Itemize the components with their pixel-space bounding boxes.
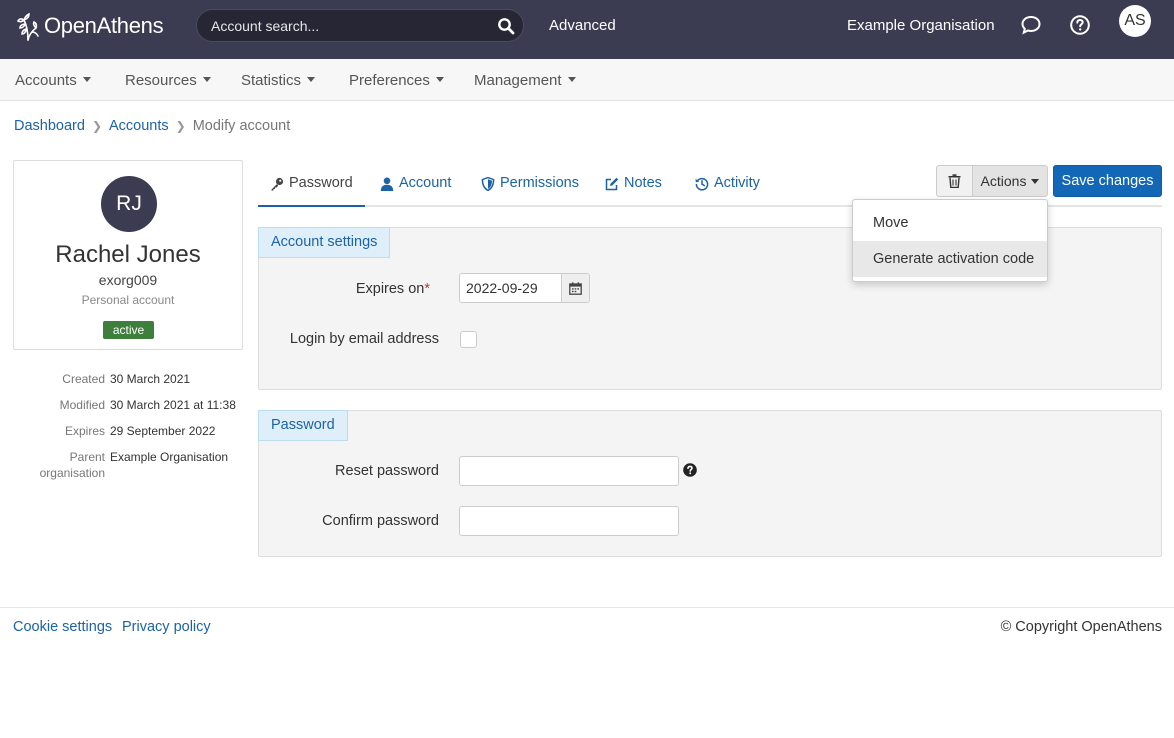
chevron-right-icon: ❯ (175, 119, 186, 133)
tab-account[interactable]: Account (380, 175, 451, 207)
password-panel: Password (258, 410, 1162, 557)
menu-item-move[interactable]: Move (853, 205, 1047, 241)
caret-down-icon (307, 77, 316, 82)
meta-parent: Parent organisation Example Organisation (13, 450, 243, 486)
logo-text: OpenAthens (44, 13, 164, 38)
expires-date-field (459, 273, 590, 303)
tab-notes[interactable]: Notes (605, 175, 662, 207)
logo[interactable]: OpenAthens (14, 9, 164, 43)
meta-created-label: Created (62, 372, 105, 386)
profile-account-type: Personal account (81, 293, 175, 307)
user-icon (380, 177, 394, 191)
caret-down-icon (1031, 178, 1040, 184)
meta-modified-value: 30 March 2021 at 11:38 (110, 398, 236, 412)
meta-created-value: 30 March 2021 (110, 372, 191, 386)
confirm-password-label: Confirm password (322, 513, 439, 529)
nav-preferences[interactable]: Preferences (349, 72, 444, 89)
account-search (196, 9, 524, 42)
breadcrumb-accounts[interactable]: Accounts (109, 118, 169, 134)
actions-dropdown-button[interactable]: Actions (972, 165, 1048, 197)
trash-icon (948, 174, 961, 188)
main-nav: Accounts Resources Statistics Preference… (0, 59, 1174, 101)
delete-button[interactable] (936, 165, 973, 197)
caret-down-icon (202, 77, 211, 82)
meta-modified-label: Modified (59, 398, 105, 412)
profile-name: Rachel Jones (55, 241, 201, 268)
chat-icon[interactable] (1020, 14, 1042, 36)
tab-activity[interactable]: Activity (695, 175, 760, 207)
edit-icon (605, 177, 619, 191)
actions-dropdown-menu: Move Generate activation code (852, 199, 1048, 282)
question-circle-icon[interactable] (683, 463, 697, 477)
footer-divider (0, 607, 1174, 608)
meta-expires-value: 29 September 2022 (110, 424, 216, 438)
required-marker: * (424, 281, 430, 297)
confirm-password-input[interactable] (459, 506, 679, 536)
advanced-search-link[interactable]: Advanced (549, 17, 616, 34)
user-avatar[interactable]: AS (1119, 5, 1151, 37)
profile-username: exorg009 (98, 272, 158, 288)
login-email-checkbox[interactable] (460, 331, 477, 348)
chevron-right-icon: ❯ (91, 119, 102, 133)
meta-created: Created 30 March 2021 (13, 372, 243, 392)
nav-management[interactable]: Management (474, 72, 576, 89)
menu-item-generate-activation-code[interactable]: Generate activation code (853, 241, 1047, 277)
organisation-link[interactable]: Example Organisation (847, 17, 995, 34)
history-icon (695, 177, 709, 191)
top-bar: OpenAthens Advanced Example Organisation… (0, 0, 1174, 59)
tab-permissions[interactable]: Permissions (481, 175, 579, 207)
tab-password[interactable]: Password (258, 175, 365, 207)
expires-on-label: Expires on* (355, 281, 430, 297)
caret-down-icon (82, 77, 91, 82)
meta-expires: Expires 29 September 2022 (13, 424, 243, 444)
nav-statistics[interactable]: Statistics (241, 72, 316, 89)
caret-down-icon (567, 77, 576, 82)
account-search-input[interactable] (211, 10, 481, 41)
nav-resources[interactable]: Resources (125, 72, 211, 89)
account-settings-title: Account settings (258, 227, 391, 258)
login-email-label: Login by email address (289, 331, 439, 347)
breadcrumb: Dashboard ❯ Accounts ❯ Modify account (14, 118, 290, 134)
meta-parent-link[interactable]: Example Organisation (110, 450, 228, 464)
password-panel-title: Password (258, 410, 348, 441)
expires-date-input[interactable] (466, 274, 562, 302)
meta-expires-label: Expires (64, 424, 105, 438)
reset-password-input[interactable] (459, 456, 679, 486)
reset-password-label: Reset password (335, 463, 439, 479)
meta-parent-label-2: organisation (39, 466, 105, 480)
openathens-logo-icon (16, 12, 39, 41)
breadcrumb-current: Modify account (192, 118, 291, 134)
meta-modified: Modified 30 March 2021 at 11:38 (13, 398, 243, 418)
meta-parent-label-1: Parent (69, 450, 105, 464)
key-icon (271, 177, 284, 191)
cookie-settings-link[interactable]: Cookie settings (13, 619, 112, 635)
breadcrumb-dashboard[interactable]: Dashboard (14, 118, 85, 134)
calendar-button[interactable] (561, 274, 589, 302)
status-badge: active (103, 321, 154, 339)
help-icon[interactable] (1069, 14, 1091, 36)
caret-down-icon (435, 77, 444, 82)
calendar-icon (569, 281, 582, 295)
save-changes-button[interactable]: Save changes (1053, 165, 1162, 197)
privacy-policy-link[interactable]: Privacy policy (122, 619, 211, 635)
copyright-text: © Copyright OpenAthens (1000, 619, 1162, 635)
profile-card: RJ Rachel Jones exorg009 Personal accoun… (13, 160, 243, 350)
shield-icon (481, 177, 495, 191)
profile-avatar: RJ (101, 176, 157, 232)
nav-accounts[interactable]: Accounts (15, 72, 91, 89)
search-icon[interactable] (497, 17, 515, 35)
